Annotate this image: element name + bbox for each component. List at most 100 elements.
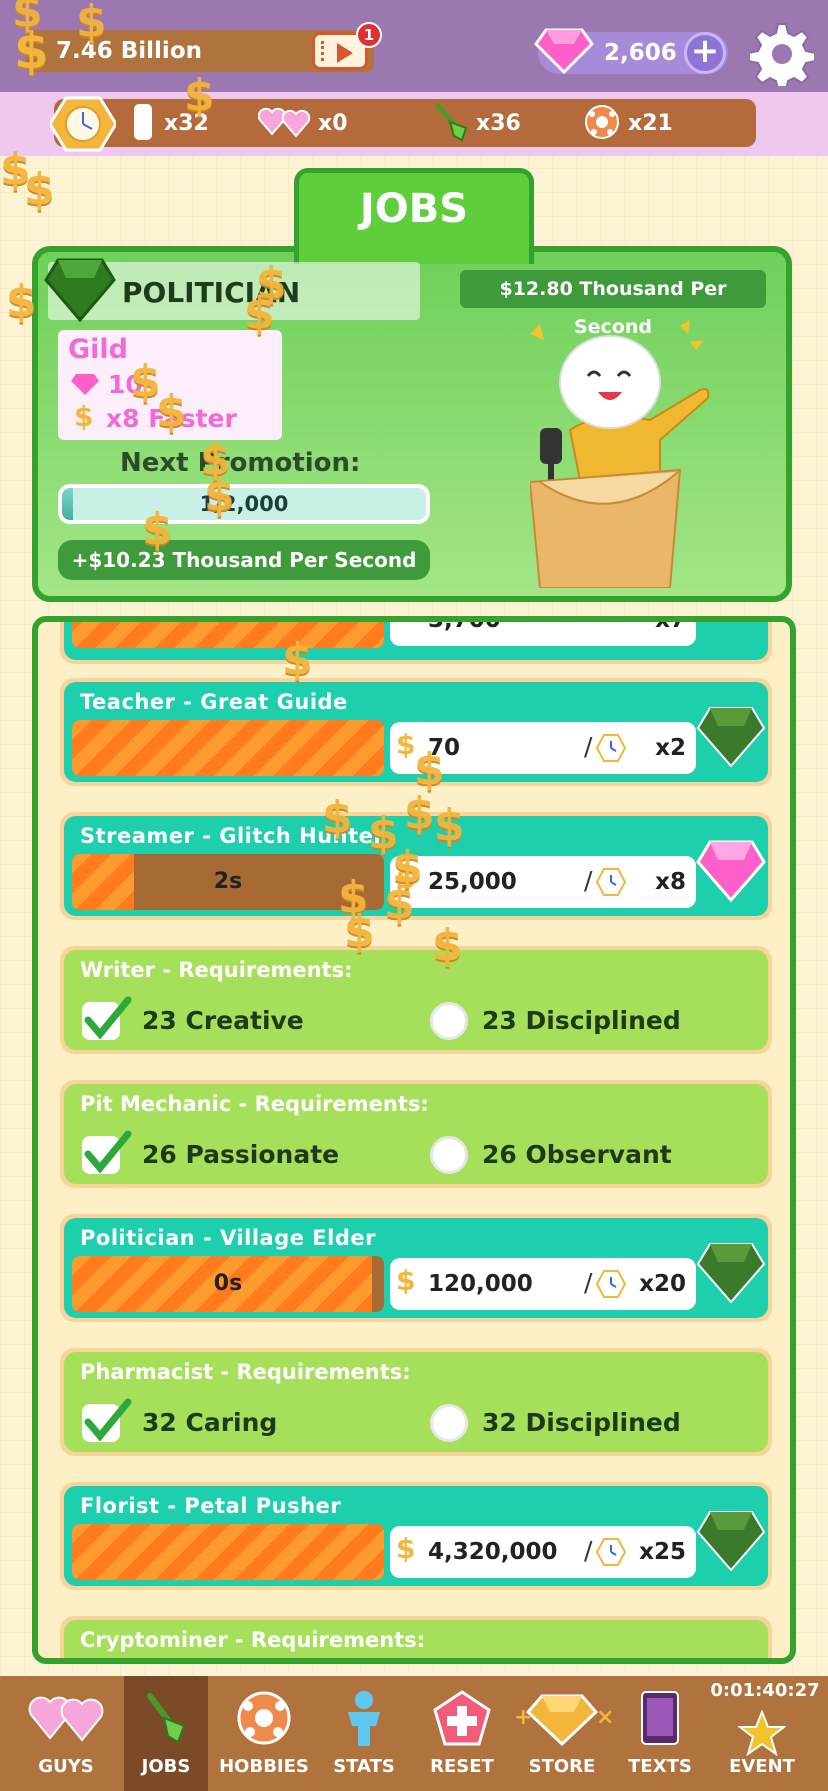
nav-label: GUYS	[38, 1756, 94, 1777]
speed-multiplier: x8	[655, 869, 686, 895]
job-progress-bar	[72, 622, 384, 648]
film-icon	[321, 41, 329, 61]
job-progress-bar	[72, 1524, 384, 1580]
clock-icon[interactable]	[50, 96, 116, 152]
upgrade-cost: 4,320,000	[428, 1539, 558, 1565]
gem-count: 2,606	[604, 40, 677, 66]
phone-icon	[641, 1691, 679, 1745]
job-row-pharmacist-requirements: Pharmacist - Requirements: 32 Caring 32 …	[60, 1348, 772, 1456]
gem-badge-icon[interactable]	[696, 840, 766, 902]
hearts-count: x0	[318, 111, 348, 136]
requirements-title: Pit Mechanic - Requirements:	[80, 1092, 429, 1116]
promotion-bonus: +$10.23 Thousand Per Second	[58, 540, 430, 580]
leaf-badge-icon[interactable]	[696, 706, 766, 768]
unchecked-radio-icon	[430, 1404, 468, 1442]
jobs-list[interactable]: 3,700 x7 Teacher - Great Guide $ 70 / x2…	[32, 616, 796, 1664]
job-progress-bar: 0s	[72, 1256, 384, 1312]
leaf-icon	[44, 258, 116, 322]
svg-text:+: +	[514, 1705, 532, 1730]
checkmark-icon	[82, 1130, 132, 1174]
nav-label: STATS	[333, 1756, 395, 1777]
person-icon	[348, 1691, 380, 1746]
clock-icon	[596, 1538, 626, 1566]
requirements-title: Cryptominer - Requirements:	[80, 1628, 426, 1652]
upgrade-cost: 25,000	[428, 869, 517, 895]
shovel-icon	[435, 103, 468, 142]
shovel-count: x36	[476, 111, 521, 136]
clock-icon	[596, 1270, 626, 1298]
upgrade-cost: 120,000	[428, 1271, 533, 1297]
speed-multiplier: x2	[655, 735, 686, 761]
gem-icon	[534, 28, 594, 74]
slash-separator: /	[584, 1268, 593, 1297]
leaf-badge-icon[interactable]	[696, 1510, 766, 1572]
checkmark-icon	[82, 1398, 132, 1442]
nav-hobbies[interactable]: HOBBIES	[216, 1676, 312, 1791]
dollar-icon: $	[396, 728, 416, 761]
upgrade-cost-box[interactable]: 3,700 x7	[390, 616, 696, 646]
nav-label: RESET	[430, 1756, 494, 1777]
nav-label: JOBS	[141, 1756, 191, 1777]
requirements-title: Writer - Requirements:	[80, 958, 353, 982]
nav-label: TEXTS	[628, 1756, 692, 1777]
ball-icon	[237, 1691, 291, 1745]
nav-label: STORE	[528, 1756, 596, 1777]
hearts-icon	[28, 1696, 104, 1742]
gild-cost: 10	[108, 370, 143, 399]
gild-bonus: x8 Faster	[106, 404, 237, 433]
nav-reset[interactable]: RESET	[420, 1676, 504, 1791]
unchecked-radio-icon	[430, 1002, 468, 1040]
speed-multiplier: x25	[639, 1539, 686, 1565]
next-promotion-label: Next Promotion:	[120, 448, 361, 478]
promotion-progress-text: 1/2,000	[199, 492, 289, 516]
upgrade-cost-box[interactable]: $ 120,000 / x20	[390, 1258, 696, 1310]
requirement-met: 23 Creative	[142, 1006, 304, 1035]
income-rate: $12.80 Thousand Per Second	[460, 270, 766, 338]
requirement-met: 26 Passionate	[142, 1140, 340, 1169]
slash-separator: /	[584, 866, 593, 895]
upgrade-cost-box[interactable]: $ 4,320,000 / x25	[390, 1526, 696, 1578]
notification-badge: 1	[356, 22, 382, 48]
current-job-name: POLITICIAN	[122, 276, 301, 309]
job-progress-bar: 2s	[72, 854, 384, 910]
upgrade-cost-box[interactable]: $ 25,000 / x8	[390, 856, 696, 908]
nav-jobs[interactable]: JOBS	[124, 1676, 208, 1791]
job-row-writer-requirements: Writer - Requirements: 23 Creative 23 Di…	[60, 946, 772, 1054]
job-row-politician[interactable]: Politician - Village Elder 0s $ 120,000 …	[60, 1214, 772, 1322]
job-row-partial[interactable]: 3,700 x7	[60, 616, 772, 664]
add-gems-button[interactable]: +	[684, 32, 726, 74]
ticket-icon	[134, 104, 152, 140]
gild-label: Gild	[68, 334, 128, 365]
ball-count: x21	[628, 111, 673, 136]
requirement-unmet: 32 Disciplined	[482, 1408, 681, 1437]
slash-separator: /	[584, 732, 593, 761]
floating-dollar-icon: $	[24, 164, 55, 215]
dollar-icon: $	[396, 862, 416, 895]
nav-guys[interactable]: GUYS	[24, 1676, 108, 1791]
politician-character-illustration	[530, 320, 710, 588]
dollar-icon: $	[396, 1532, 416, 1565]
upgrade-cost: 70	[428, 735, 461, 761]
play-icon	[337, 43, 353, 63]
dollar-icon: $	[396, 1264, 416, 1297]
nav-stats[interactable]: STATS	[322, 1676, 406, 1791]
job-row-teacher[interactable]: Teacher - Great Guide $ 70 / x2	[60, 678, 772, 786]
upgrade-cost-box[interactable]: $ 70 / x2	[390, 722, 696, 774]
nav-texts[interactable]: TEXTS	[618, 1676, 702, 1791]
money-icon: $	[14, 22, 49, 80]
speed-multiplier: x7	[655, 616, 686, 633]
jobs-title: JOBS	[359, 186, 469, 232]
job-row-florist[interactable]: Florist - Petal Pusher $ 4,320,000 / x25	[60, 1482, 772, 1590]
unchecked-radio-icon	[430, 1136, 468, 1174]
settings-gear-icon[interactable]	[750, 22, 814, 86]
leaf-badge-icon[interactable]	[696, 1242, 766, 1304]
job-row-pit-mechanic-requirements: Pit Mechanic - Requirements: 26 Passiona…	[60, 1080, 772, 1188]
gem-icon	[71, 374, 99, 395]
requirement-met: 32 Caring	[142, 1408, 278, 1437]
job-row-streamer[interactable]: Streamer - Glitch Hunter 2s $ 25,000 / x…	[60, 812, 772, 920]
nav-event[interactable]: EVENT	[720, 1676, 804, 1791]
dollar-icon: $	[74, 400, 94, 433]
gem-icon: + ×	[514, 1694, 612, 1746]
upgrade-cost: 3,700	[428, 616, 501, 633]
nav-store[interactable]: + × STORE	[510, 1676, 614, 1791]
